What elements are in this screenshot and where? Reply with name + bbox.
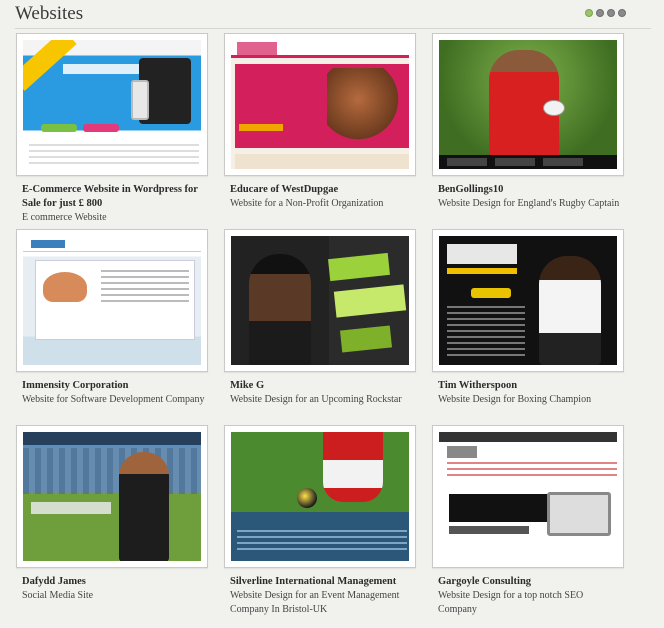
portfolio-card: Silverline International Management Webs… <box>224 425 416 621</box>
project-title-link[interactable]: BenGollings10 <box>432 183 624 197</box>
mikeg-screenshot <box>231 236 409 365</box>
project-title-link[interactable]: Dafydd James <box>16 575 208 589</box>
project-description: Website for Software Development Company <box>22 394 205 405</box>
portfolio-card: Tim Witherspoon Website Design for Boxin… <box>432 229 624 425</box>
header-divider <box>15 28 651 29</box>
project-description: Website for a Non-Profit Organization <box>230 198 384 209</box>
pager-dot-2[interactable] <box>596 9 604 17</box>
pager-dot-1[interactable] <box>585 9 593 17</box>
project-description: Website Design for an Upcoming Rockstar <box>230 394 402 405</box>
project-description: Website Design for England's Rugby Capta… <box>438 198 620 209</box>
project-thumbnail[interactable] <box>16 33 208 176</box>
portfolio-card: Immensity Corporation Website for Softwa… <box>16 229 208 425</box>
immensity-screenshot <box>23 236 201 365</box>
gargoyle-screenshot <box>439 432 617 561</box>
project-description: Website Design for an Event Management C… <box>230 590 400 615</box>
project-thumbnail[interactable] <box>432 425 624 568</box>
project-description: Website Design for a top notch SEO Compa… <box>438 590 584 615</box>
portfolio-card: Dafydd James Social Media Site <box>16 425 208 621</box>
pager-dot-4[interactable] <box>618 9 626 17</box>
portfolio-card: E-Commerce Website in Wordpress for Sale… <box>16 33 208 229</box>
project-description: E commerce Website <box>22 212 107 223</box>
project-thumbnail[interactable] <box>432 33 624 176</box>
project-title-link[interactable]: Immensity Corporation <box>16 379 208 393</box>
portfolio-card: Mike G Website Design for an Upcoming Ro… <box>224 229 416 425</box>
project-title-link[interactable]: E-Commerce Website in Wordpress for Sale… <box>16 183 208 211</box>
portfolio-grid: E-Commerce Website in Wordpress for Sale… <box>16 33 624 621</box>
pager-dot-3[interactable] <box>607 9 615 17</box>
project-description: Social Media Site <box>22 590 94 601</box>
project-thumbnail[interactable] <box>432 229 624 372</box>
portfolio-card: Gargoyle Consulting Website Design for a… <box>432 425 624 621</box>
portfolio-card: BenGollings10 Website Design for England… <box>432 33 624 229</box>
project-thumbnail[interactable] <box>16 229 208 372</box>
portfolio-card: Educare of WestDupgae Website for a Non-… <box>224 33 416 229</box>
rugby-screenshot <box>439 40 617 169</box>
section-title: Websites <box>15 3 84 24</box>
carousel-pager <box>585 9 626 17</box>
educare-screenshot <box>231 40 409 169</box>
project-description: Website Design for Boxing Champion <box>438 394 592 405</box>
project-thumbnail[interactable] <box>224 229 416 372</box>
witherspoon-screenshot <box>439 236 617 365</box>
project-thumbnail[interactable] <box>224 33 416 176</box>
project-title-link[interactable]: Gargoyle Consulting <box>432 575 624 589</box>
project-title-link[interactable]: Mike G <box>224 379 416 393</box>
section-header: Websites <box>0 0 664 29</box>
dafydd-screenshot <box>23 432 201 561</box>
ecommerce-screenshot <box>23 40 201 169</box>
project-title-link[interactable]: Silverline International Management <box>224 575 416 589</box>
project-thumbnail[interactable] <box>224 425 416 568</box>
project-thumbnail[interactable] <box>16 425 208 568</box>
project-title-link[interactable]: Educare of WestDupgae <box>224 183 416 197</box>
project-title-link[interactable]: Tim Witherspoon <box>432 379 624 393</box>
silverline-screenshot <box>231 432 409 561</box>
